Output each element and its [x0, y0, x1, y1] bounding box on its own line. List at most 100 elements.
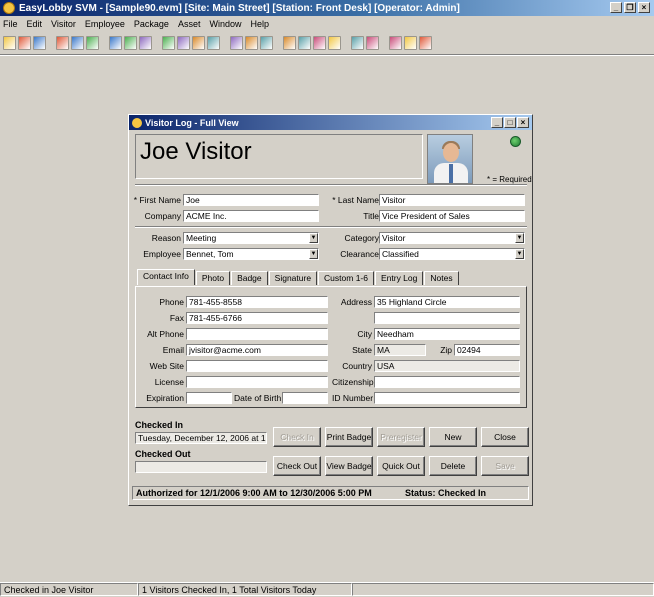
visitors-icon[interactable]	[71, 35, 84, 50]
title-field[interactable]: Vice President of Sales	[379, 210, 525, 222]
check-out-button[interactable]: Check Out	[273, 456, 321, 476]
open-icon[interactable]	[3, 35, 16, 50]
reason-select[interactable]: Meeting ▼	[183, 232, 319, 244]
status-empty	[352, 583, 654, 596]
status-message: Checked in Joe Visitor	[0, 583, 138, 596]
state-field[interactable]: MA	[374, 344, 426, 356]
id-number-label: ID Number	[332, 393, 374, 403]
visitor-icon[interactable]	[56, 35, 69, 50]
settings-icon[interactable]	[404, 35, 417, 50]
dialog-close-button[interactable]: ×	[517, 117, 529, 128]
clipboard-icon[interactable]	[207, 35, 220, 50]
toolbar-group	[3, 35, 46, 50]
clearance-select[interactable]: Classified ▼	[379, 248, 525, 260]
zip-field[interactable]: 02494	[454, 344, 520, 356]
grid-icon[interactable]	[298, 35, 311, 50]
quick-out-button[interactable]: Quick Out	[377, 456, 425, 476]
phone-label: Phone	[159, 297, 184, 307]
category-select[interactable]: Visitor ▼	[379, 232, 525, 244]
tools-icon[interactable]	[230, 35, 243, 50]
menu-window[interactable]: Window	[209, 19, 241, 29]
reason-label: Reason	[151, 233, 181, 243]
chevron-down-icon[interactable]: ▼	[309, 233, 318, 243]
globe-icon[interactable]	[510, 136, 521, 147]
menu-file[interactable]: File	[3, 19, 18, 29]
scan-icon[interactable]	[366, 35, 379, 50]
badge-icon[interactable]	[260, 35, 273, 50]
doc-icon[interactable]	[389, 35, 402, 50]
dialog-maximize-button[interactable]: □	[504, 117, 516, 128]
menu-help[interactable]: Help	[250, 19, 269, 29]
tab-entry-log[interactable]: Entry Log	[374, 271, 424, 285]
window-icon[interactable]	[328, 35, 341, 50]
chevron-down-icon[interactable]: ▼	[309, 249, 318, 259]
list-icon[interactable]	[162, 35, 175, 50]
dialog-minimize-button[interactable]: _	[491, 117, 503, 128]
visitor-photo[interactable]	[427, 134, 473, 184]
people-icon[interactable]	[245, 35, 258, 50]
app-titlebar: EasyLobby SVM - [Sample90.evm] [Site: Ma…	[0, 0, 654, 16]
camera-icon[interactable]	[139, 35, 152, 50]
minimize-button[interactable]: _	[610, 2, 622, 13]
chart-icon[interactable]	[177, 35, 190, 50]
menu-package[interactable]: Package	[134, 19, 169, 29]
table-icon[interactable]	[313, 35, 326, 50]
city-field[interactable]: Needham	[374, 328, 520, 340]
calendar-icon[interactable]	[419, 35, 432, 50]
close-window-button[interactable]: ×	[638, 2, 650, 13]
check-icon[interactable]	[124, 35, 137, 50]
clearance-label: Clearance	[340, 249, 379, 259]
chevron-down-icon[interactable]: ▼	[515, 233, 524, 243]
save-button[interactable]: Save	[481, 456, 529, 476]
alt-phone-field[interactable]	[186, 328, 328, 340]
last-name-field[interactable]: Visitor	[379, 194, 525, 206]
menu-edit[interactable]: Edit	[27, 19, 43, 29]
fax-field[interactable]: 781-455-6766	[186, 312, 328, 324]
country-field[interactable]: USA	[374, 360, 520, 372]
expiration-field[interactable]	[186, 392, 232, 404]
chevron-down-icon[interactable]: ▼	[515, 249, 524, 259]
key-icon[interactable]	[18, 35, 31, 50]
restore-button[interactable]: ❐	[624, 2, 636, 13]
first-name-field[interactable]: Joe	[183, 194, 319, 206]
new-button[interactable]: New	[429, 427, 477, 447]
tab-custom[interactable]: Custom 1-6	[318, 271, 374, 285]
category-label: Category	[344, 233, 380, 243]
tab-badge[interactable]: Badge	[231, 271, 268, 285]
citizenship-field[interactable]	[374, 376, 520, 388]
menu-employee[interactable]: Employee	[85, 19, 125, 29]
close-button[interactable]: Close	[481, 427, 529, 447]
dob-field[interactable]	[282, 392, 328, 404]
id-icon[interactable]	[351, 35, 364, 50]
website-field[interactable]	[186, 360, 328, 372]
delete-button[interactable]: Delete	[429, 456, 477, 476]
report-icon[interactable]	[192, 35, 205, 50]
tab-signature[interactable]: Signature	[268, 271, 318, 285]
check-in-button[interactable]: Check In	[273, 427, 321, 447]
company-field[interactable]: ACME Inc.	[183, 210, 319, 222]
license-field[interactable]	[186, 376, 328, 388]
status-text: Status: Checked In	[405, 488, 487, 498]
address-field[interactable]: 35 Highland Circle	[374, 296, 520, 308]
bulb-icon[interactable]	[283, 35, 296, 50]
menu-bar: File Edit Visitor Employee Package Asset…	[0, 16, 654, 31]
checked-out-heading: Checked Out	[135, 449, 191, 459]
signin-icon[interactable]	[109, 35, 122, 50]
preregister-button[interactable]: Preregister	[377, 427, 425, 447]
print-badge-button[interactable]: Print Badge	[325, 427, 373, 447]
authorization-bar: Authorized for 12/1/2006 9:00 AM to 12/3…	[132, 486, 529, 500]
view-badge-button[interactable]: View Badge	[325, 456, 373, 476]
tab-contact-info[interactable]: Contact Info	[137, 269, 195, 285]
tab-photo[interactable]: Photo	[195, 271, 231, 285]
menu-visitor[interactable]: Visitor	[51, 19, 76, 29]
print-icon[interactable]	[33, 35, 46, 50]
email-field[interactable]: jvisitor@acme.com	[186, 344, 328, 356]
phone-field[interactable]: 781-455-8558	[186, 296, 328, 308]
tab-notes[interactable]: Notes	[424, 271, 459, 285]
group-icon[interactable]	[86, 35, 99, 50]
id-number-field[interactable]	[374, 392, 520, 404]
menu-asset[interactable]: Asset	[178, 19, 201, 29]
address2-field[interactable]	[374, 312, 520, 324]
employee-select[interactable]: Bennet, Tom ▼	[183, 248, 319, 260]
toolbar-group	[230, 35, 273, 50]
